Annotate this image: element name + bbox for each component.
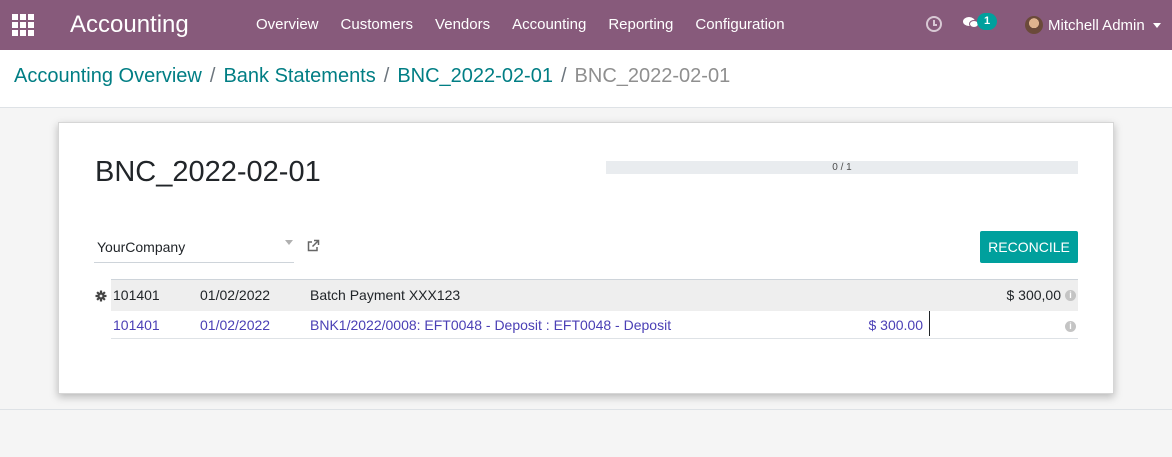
menu-item-customers[interactable]: Customers	[330, 0, 425, 50]
breadcrumb-accounting-overview[interactable]: Accounting Overview	[14, 63, 202, 89]
line-amount: $ 300,00	[1006, 287, 1062, 303]
statement-title: BNC_2022-02-01	[95, 156, 321, 188]
avatar	[1025, 16, 1043, 34]
external-link-icon[interactable]	[306, 239, 320, 253]
gear-icon[interactable]	[95, 290, 107, 302]
matched-move-line-row[interactable]: 101401 01/02/2022 BNK1/2022/0008: EFT004…	[111, 311, 1078, 339]
menu-item-vendors[interactable]: Vendors	[424, 0, 501, 50]
partner-select[interactable]: YourCompany	[94, 234, 294, 263]
activity-clock-icon[interactable]	[926, 16, 942, 32]
menu-item-overview[interactable]: Overview	[245, 0, 330, 50]
move-line-account-code: 101401	[113, 317, 160, 333]
reconciliation-table: 101401 01/02/2022 Batch Payment XXX123 $…	[95, 279, 1078, 339]
breadcrumb: Accounting Overview / Bank Statements / …	[14, 63, 730, 89]
move-line-debit: $ 300.00	[868, 317, 924, 333]
menu-item-accounting[interactable]: Accounting	[501, 0, 597, 50]
breadcrumb-separator: /	[560, 65, 567, 87]
breadcrumb-bank-statements[interactable]: Bank Statements	[223, 63, 375, 89]
menu-item-reporting[interactable]: Reporting	[597, 0, 684, 50]
control-panel: Accounting Overview / Bank Statements / …	[0, 50, 1172, 108]
statement-line-row[interactable]: 101401 01/02/2022 Batch Payment XXX123 $…	[95, 280, 1078, 311]
main-navbar: Accounting Overview Customers Vendors Ac…	[0, 0, 1172, 50]
partner-value: YourCompany	[97, 239, 186, 255]
app-title[interactable]: Accounting	[70, 10, 189, 40]
reconciliation-progress-bar: 0 / 1	[606, 161, 1078, 174]
breadcrumb-statement[interactable]: BNC_2022-02-01	[397, 63, 553, 89]
apps-menu-icon[interactable]	[12, 14, 34, 36]
chat-count-badge: 1	[977, 13, 997, 30]
move-line-date: 01/02/2022	[200, 317, 271, 333]
breadcrumb-separator: /	[383, 65, 390, 87]
move-line-label: BNK1/2022/0008: EFT0048 - Deposit : EFT0…	[310, 317, 672, 333]
caret-down-icon	[1152, 22, 1161, 28]
user-menu[interactable]: Mitchell Admin	[1025, 0, 1161, 50]
info-icon[interactable]: i	[1065, 321, 1076, 332]
reconcile-button[interactable]: RECONCILE	[980, 231, 1078, 263]
line-account-code: 101401	[113, 287, 160, 303]
main-menu: Overview Customers Vendors Accounting Re…	[245, 0, 796, 50]
line-label: Batch Payment XXX123	[310, 287, 461, 303]
reconciliation-sheet: BNC_2022-02-01 0 / 1 YourCompany RECONCI…	[58, 122, 1114, 394]
user-name: Mitchell Admin	[1048, 16, 1145, 34]
progress-text: 0 / 1	[832, 162, 852, 173]
info-icon[interactable]: i	[1065, 290, 1076, 301]
line-date: 01/02/2022	[200, 287, 271, 303]
partner-dropdown-caret-icon[interactable]	[285, 240, 293, 245]
breadcrumb-current: BNC_2022-02-01	[574, 65, 731, 87]
content-area: BNC_2022-02-01 0 / 1 YourCompany RECONCI…	[0, 108, 1172, 410]
breadcrumb-separator: /	[209, 65, 216, 87]
menu-item-configuration[interactable]: Configuration	[684, 0, 795, 50]
